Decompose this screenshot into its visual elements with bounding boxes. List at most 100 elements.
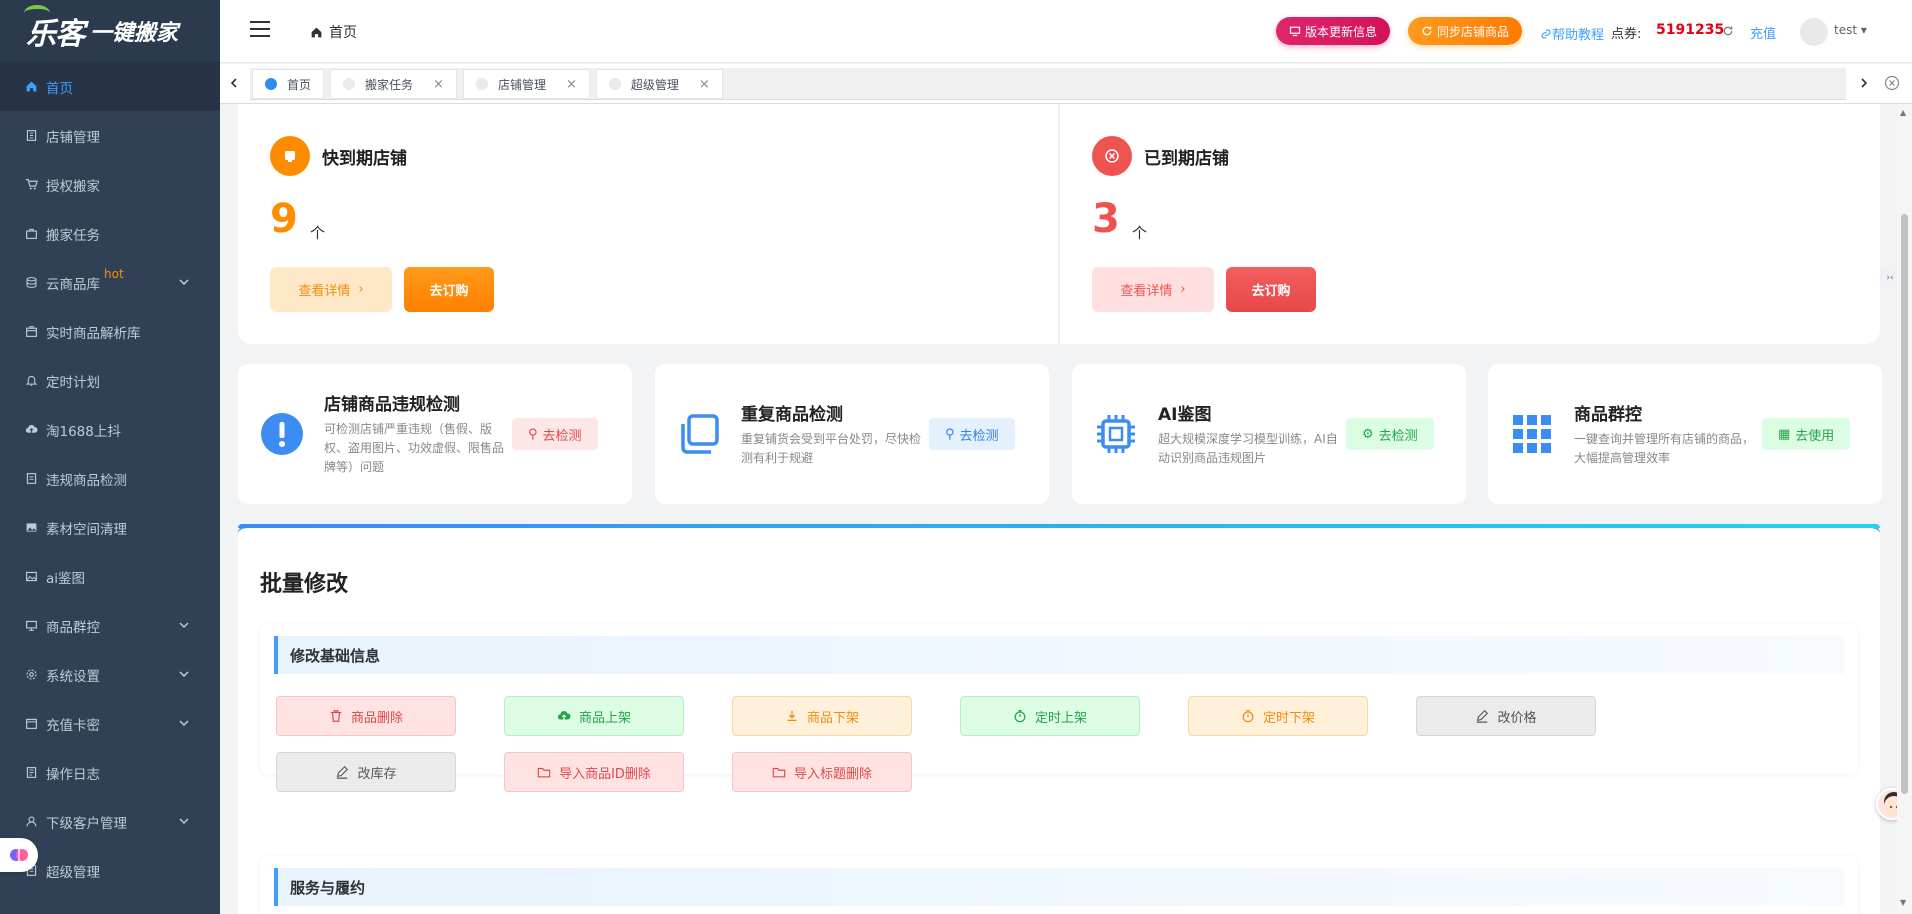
version-info-label: 版本更新信息 (1305, 24, 1378, 39)
close-circle-icon (1092, 136, 1132, 176)
trash-icon (330, 710, 342, 722)
check-label: 去检测 (959, 428, 999, 444)
view-details-button[interactable]: 查看详情 › (270, 267, 392, 312)
timer-icon (1014, 710, 1026, 723)
import-title-delete-button[interactable]: 导入标题删除 (732, 752, 912, 792)
sidebar-item-label: 下级客户管理 (46, 815, 127, 832)
sidebar-item-authorize[interactable]: 授权搬家 (0, 160, 220, 209)
check-button[interactable]: ⚙ 去检测 (1346, 418, 1434, 450)
delete-products-button[interactable]: 商品删除 (276, 696, 456, 736)
use-button[interactable]: ▦ 去使用 (1762, 418, 1851, 450)
action-label: 导入标题删除 (793, 766, 872, 782)
version-info-button[interactable]: 版本更新信息 (1276, 17, 1391, 45)
view-details-label: 查看详情 (298, 284, 351, 299)
batch-modify-panel: 批量修改 修改基础信息 商品删除 商品上架 商品下架 定时上架 定时下架 改价格… (238, 524, 1880, 914)
sidebar-item-label: 违规商品检测 (46, 472, 127, 489)
scheduled-delist-button[interactable]: 定时下架 (1188, 696, 1368, 736)
scroll-thumb[interactable] (1901, 214, 1908, 794)
action-label: 改库存 (357, 766, 397, 782)
sidebar-item-cloud-library[interactable]: 云商品库 hot (0, 258, 220, 307)
tab-label: 超级管理 (630, 77, 679, 92)
hamburger-icon[interactable] (250, 21, 270, 37)
action-label: 导入商品ID删除 (559, 766, 651, 782)
expired-count: 3 (1092, 196, 1120, 242)
tabs-scroll-right[interactable] (1850, 64, 1878, 102)
sidebar-item-realtime-parse[interactable]: 实时商品解析库 (0, 307, 220, 356)
sidebar-item-label: 淘1688上抖 (46, 423, 121, 440)
order-button[interactable]: 去订购 (1226, 267, 1316, 312)
monitor-icon (1289, 26, 1301, 37)
order-button[interactable]: 去订购 (404, 267, 494, 312)
points-value: 5191235 (1656, 22, 1725, 38)
sidebar-item-label: 云商品库 (46, 276, 100, 293)
close-icon[interactable]: × (699, 77, 710, 92)
sync-products-button[interactable]: 同步店铺商品 (1408, 17, 1523, 45)
action-label: 商品下架 (806, 710, 859, 726)
sidebar-item-violation[interactable]: 违规商品检测 (0, 454, 220, 503)
sidebar-item-operation-log[interactable]: 操作日志 (0, 748, 220, 797)
tab-label: 首页 (287, 77, 312, 92)
sidebar-item-sub-customers[interactable]: 下级客户管理 (0, 797, 220, 846)
edit-price-button[interactable]: 改价格 (1416, 696, 1596, 736)
sidebar-item-tao1688[interactable]: 淘1688上抖 (0, 405, 220, 454)
tabs-scroll-left[interactable] (220, 64, 248, 102)
sidebar-item-shop-manage[interactable]: 店铺管理 (0, 111, 220, 160)
user-icon (24, 815, 38, 829)
sidebar-item-move-task[interactable]: 搬家任务 (0, 209, 220, 258)
briefcase-icon (24, 227, 38, 241)
avatar[interactable] (1800, 18, 1828, 46)
check-label: 去检测 (542, 428, 582, 444)
scroll-down-icon[interactable]: ▼ (1900, 898, 1906, 907)
tab-dot (343, 78, 356, 90)
gear-icon (24, 668, 38, 682)
edit-stock-button[interactable]: 改库存 (276, 752, 456, 792)
card-title: 已到期店铺 (1144, 148, 1229, 169)
chevron-right-icon (1861, 78, 1868, 88)
card-title: 重复商品检测 (741, 405, 843, 425)
copy-icon (681, 414, 719, 454)
refresh-icon[interactable] (1722, 25, 1734, 37)
main-scrollbar[interactable]: ▲ ▼ (1897, 104, 1912, 914)
chevron-right-icon: › (1180, 282, 1186, 297)
ai-image-card: AI鉴图 超大规模深度学习模型训练，AI自动识别商品违规图片 ⚙ 去检测 (1072, 364, 1466, 504)
tab-shop-manage[interactable]: 店铺管理 × (462, 69, 590, 99)
tab-super-admin[interactable]: 超级管理 × (595, 69, 723, 99)
cloud-upload-icon (24, 423, 38, 437)
recharge-link[interactable]: 充值 (1750, 23, 1776, 42)
tab-label: 搬家任务 (365, 77, 414, 92)
sidebar-item-label: 首页 (46, 80, 73, 97)
scheduled-list-button[interactable]: 定时上架 (960, 696, 1140, 736)
sidebar-item-home[interactable]: 首页 (0, 62, 220, 111)
sidebar-item-recharge-card[interactable]: 充值卡密 (0, 699, 220, 748)
home-icon (311, 27, 322, 37)
chip-icon (1097, 415, 1135, 453)
ai-assistant-button[interactable] (0, 838, 38, 872)
card-title: 快到期店铺 (322, 148, 407, 169)
close-icon[interactable]: × (433, 77, 444, 92)
delist-products-button[interactable]: 商品下架 (732, 696, 912, 736)
close-icon[interactable]: × (566, 77, 577, 92)
card-title: 商品群控 (1574, 405, 1642, 425)
database-icon (24, 276, 38, 290)
sidebar-item-group-control[interactable]: 商品群控 (0, 601, 220, 650)
check-label: 去检测 (1378, 428, 1418, 444)
scroll-up-icon[interactable]: ▲ (1900, 108, 1906, 117)
check-button[interactable]: ⚲ 去检测 (512, 418, 598, 450)
grid-icon (1513, 415, 1551, 453)
view-details-button[interactable]: 查看详情 › (1092, 267, 1214, 312)
check-button[interactable]: ⚲ 去检测 (929, 418, 1015, 450)
sidebar-item-settings[interactable]: 系统设置 (0, 650, 220, 699)
import-id-delete-button[interactable]: 导入商品ID删除 (504, 752, 684, 792)
tab-home[interactable]: 首页 (252, 69, 325, 99)
log-icon (24, 766, 38, 780)
sidebar-item-label: ai鉴图 (46, 570, 86, 587)
close-circle-icon[interactable] (1884, 75, 1900, 91)
sidebar-item-schedule[interactable]: 定时计划 (0, 356, 220, 405)
user-menu[interactable]: test ▾ (1834, 23, 1867, 37)
list-products-button[interactable]: 商品上架 (504, 696, 684, 736)
edit-icon (1477, 709, 1489, 723)
sidebar-item-material-clean[interactable]: 素材空间清理 (0, 503, 220, 552)
sidebar-item-ai-image[interactable]: ai鉴图 (0, 552, 220, 601)
help-link[interactable]: 帮助教程 (1540, 24, 1604, 43)
tab-move-task[interactable]: 搬家任务 × (330, 69, 457, 99)
